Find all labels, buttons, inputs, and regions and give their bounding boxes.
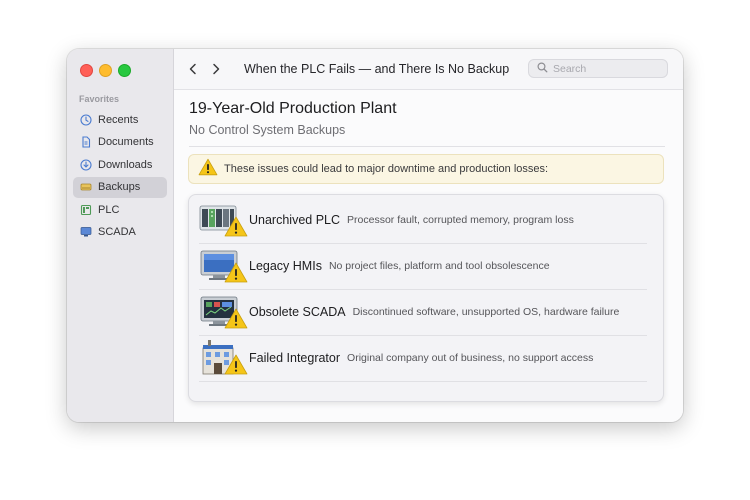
download-icon [80,158,92,171]
window-title: When the PLC Fails — and There Is No Bac… [244,62,510,76]
issue-description: Original company out of business, no sup… [347,352,594,364]
toolbar: When the PLC Fails — and There Is No Bac… [174,49,683,90]
issue-description: No project files, platform and tool obso… [328,260,550,272]
issue-title: Legacy HMIs [249,259,322,273]
sidebar-item-downloads[interactable]: Downloads [73,154,167,175]
window-controls [80,64,131,77]
monitor-icon [80,226,92,238]
document-icon [80,136,92,148]
hmi-monitor-warning-icon [199,246,249,286]
issue-description: Discontinued software, unsupported OS, h… [352,306,620,318]
issue-title: Unarchived PLC [249,213,341,227]
plc-icon [80,204,92,216]
issue-row-unarchived-plc[interactable]: Unarchived PLC Processor fault, corrupte… [199,197,647,244]
search-placeholder: Search [553,62,587,75]
sidebar-item-plc[interactable]: PLC [73,199,167,220]
issue-description: Processor fault, corrupted memory, progr… [347,214,574,226]
issue-row-legacy-hmis[interactable]: Legacy HMIs No project files, platform a… [199,243,647,290]
search-icon [537,60,548,78]
issue-title: Failed Integrator [249,351,341,365]
sidebar-item-scada[interactable]: SCADA [73,222,167,243]
sidebar-item-label: PLC [98,203,120,216]
issue-row-obsolete-scada[interactable]: Obsolete SCADA Discontinued software, un… [199,289,647,336]
page-subtitle: No Control System Backups [189,123,346,137]
issues-panel: Unarchived PLC Processor fault, corrupte… [188,194,664,402]
page-title: 19-Year-Old Production Plant [189,100,397,117]
favorites-section-label: Favorites [79,94,120,104]
search-field[interactable]: Search [528,59,668,78]
back-button[interactable] [184,60,202,78]
sidebar-item-documents[interactable]: Documents [73,132,167,153]
sidebar-item-label: SCADA [98,226,136,238]
chevron-left-icon [189,63,196,75]
plc-rack-warning-icon [199,200,249,240]
sidebar-item-label: Downloads [98,158,153,171]
sidebar: Favorites Recents Documents Downloads Ba… [67,49,174,422]
banner-text: These issues could lead to major downtim… [224,163,549,175]
sidebar-item-label: Backups [98,181,141,193]
close-button[interactable] [80,64,93,77]
sidebar-item-recents[interactable]: Recents [73,109,167,130]
chevron-right-icon [213,63,220,75]
sidebar-item-label: Recents [98,113,139,126]
clock-icon [80,113,92,126]
sidebar-item-backups[interactable]: Backups [73,176,167,198]
divider [189,146,665,147]
issue-row-failed-integrator[interactable]: Failed Integrator Original company out o… [199,335,647,382]
app-window: Favorites Recents Documents Downloads Ba… [67,49,683,422]
warning-icon [198,158,218,181]
issue-title: Obsolete SCADA [249,305,346,319]
warning-banner: These issues could lead to major downtim… [188,154,664,184]
sidebar-item-label: Documents [98,136,154,148]
scada-screen-warning-icon [199,292,249,332]
minimize-button[interactable] [99,64,112,77]
zoom-button[interactable] [118,64,131,77]
building-warning-icon [199,338,249,378]
main-content: When the PLC Fails — and There Is No Bac… [174,49,683,422]
forward-button[interactable] [207,60,225,78]
drive-icon [80,181,92,193]
